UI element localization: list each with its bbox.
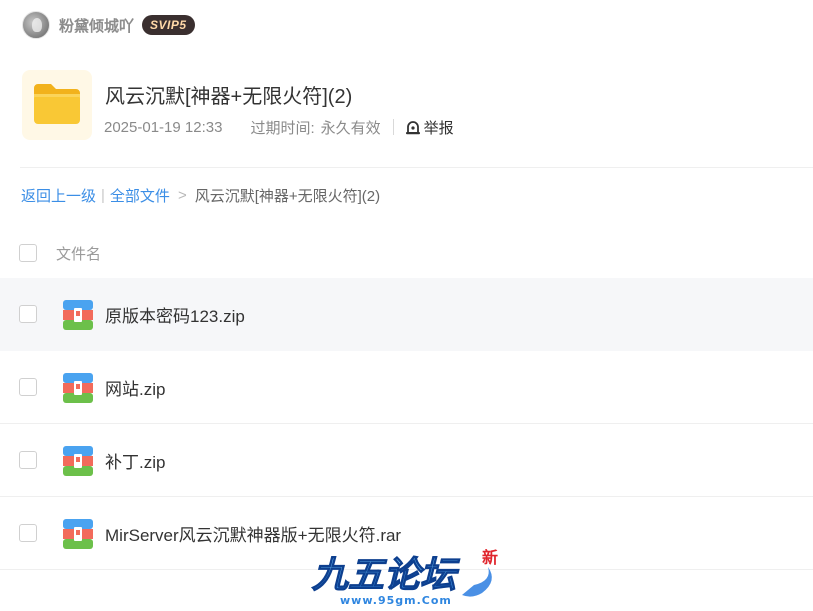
file-checkbox[interactable] (19, 524, 37, 542)
file-checkbox[interactable] (19, 378, 37, 396)
zip-archive-icon (63, 519, 93, 549)
file-name[interactable]: 原版本密码123.zip (105, 302, 245, 327)
username[interactable]: 粉黛倾城吖 (59, 15, 134, 36)
file-name[interactable]: 补丁.zip (105, 448, 165, 473)
file-checkbox[interactable] (19, 305, 37, 323)
file-name[interactable]: 网站.zip (105, 375, 165, 400)
file-row[interactable]: 补丁.zip (0, 424, 813, 497)
file-row[interactable]: 原版本密码123.zip (0, 278, 813, 351)
watermark-url: www.95gm.Com (340, 594, 452, 607)
breadcrumb-current: 风云沉默[神器+无限火符](2) (194, 188, 381, 205)
file-checkbox[interactable] (19, 451, 37, 469)
folder-icon (22, 70, 92, 140)
watermark-badge: 新 (482, 548, 498, 567)
folder-meta: 2025-01-19 12:33 过期时间: 永久有效 举报 (104, 116, 454, 138)
breadcrumb-separator: | (101, 187, 105, 204)
all-files-link[interactable]: 全部文件 (110, 185, 170, 206)
list-header: 文件名 (0, 236, 813, 270)
select-all-checkbox[interactable] (19, 244, 37, 262)
breadcrumb: 返回上一级 | 全部文件 > 风云沉默[神器+无限火符](2) (21, 185, 380, 206)
report-icon (405, 121, 420, 135)
watermark-title: 九五论坛 (312, 555, 460, 596)
report-button[interactable]: 举报 (404, 117, 454, 138)
file-name[interactable]: MirServer风云沉默神器版+无限火符.rar (105, 521, 401, 546)
meta-divider (392, 119, 394, 135)
column-header-filename: 文件名 (56, 245, 102, 263)
created-time: 2025-01-19 12:33 (104, 118, 223, 136)
chevron-right-icon: > (177, 187, 187, 204)
header-divider (20, 167, 813, 168)
watermark-logo: 九五论坛 www.95gm.Com 新 (311, 548, 498, 607)
zip-archive-icon (63, 373, 93, 403)
folder-title: 风云沉默[神器+无限火符](2) (105, 86, 353, 108)
report-label: 举报 (423, 119, 454, 137)
file-row[interactable]: 网站.zip (0, 351, 813, 424)
zip-archive-icon (63, 300, 93, 330)
zip-archive-icon (63, 446, 93, 476)
back-link[interactable]: 返回上一级 (21, 185, 96, 206)
user-row: 粉黛倾城吖 SVIP5 (22, 10, 195, 40)
expire-value: 永久有效 (320, 119, 381, 137)
vip-badge: SVIP5 (142, 15, 195, 35)
expire-label: 过期时间: (250, 119, 315, 137)
avatar[interactable] (22, 11, 50, 39)
